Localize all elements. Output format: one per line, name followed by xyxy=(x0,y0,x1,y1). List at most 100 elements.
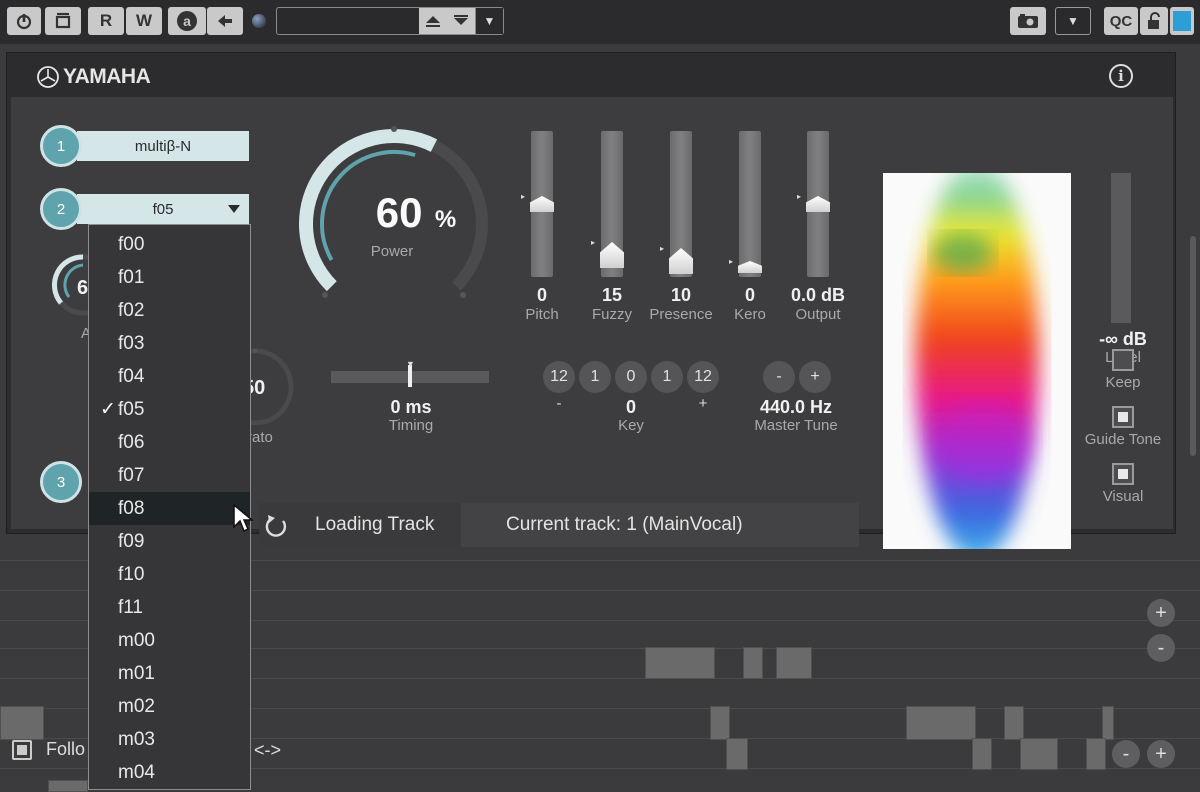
loading-track-label: Loading Track xyxy=(315,514,435,535)
slider-label: Output xyxy=(795,306,841,323)
clip-block[interactable] xyxy=(776,647,812,679)
dropdown-item-label: f04 xyxy=(118,365,145,387)
arrow-left-icon xyxy=(218,15,232,27)
preset-prev-icon[interactable] xyxy=(425,14,441,28)
tuning-fork-logo-icon xyxy=(37,66,59,88)
zoom-in-horizontal-button[interactable]: + xyxy=(1147,740,1175,768)
key-up-1-button[interactable]: 1 xyxy=(651,361,683,393)
preset-dropdown-button[interactable]: ▼ xyxy=(475,8,503,34)
yamaha-logo: YAMAHA xyxy=(37,65,151,89)
dropdown-item-m04[interactable]: m04 xyxy=(89,756,250,789)
master-tune-label: Master Tune xyxy=(754,417,838,434)
power-button[interactable] xyxy=(7,7,41,35)
dropdown-item-f03[interactable]: f03 xyxy=(89,327,250,360)
clip-block[interactable] xyxy=(1004,706,1024,740)
engine-selector[interactable]: multiβ-N xyxy=(77,131,249,161)
snapshot-button[interactable] xyxy=(1010,7,1046,35)
dropdown-item-f04[interactable]: f04 xyxy=(89,360,250,393)
key-down-1-button[interactable]: 1 xyxy=(579,361,611,393)
options-dropdown-button[interactable]: ▼ xyxy=(1055,7,1091,35)
visual-display xyxy=(883,173,1071,549)
keep-toggle[interactable] xyxy=(1112,349,1134,371)
slider-marker-icon: ▸ xyxy=(729,257,734,266)
dropdown-item-m03[interactable]: m03 xyxy=(89,723,250,756)
clip-block[interactable] xyxy=(726,738,748,770)
lock-icon xyxy=(1148,12,1160,29)
dropdown-item-f02[interactable]: f02 xyxy=(89,294,250,327)
color-button[interactable] xyxy=(1170,7,1194,35)
dropdown-item-f08[interactable]: f08 xyxy=(89,492,250,525)
quick-controls-button[interactable]: QC xyxy=(1104,7,1138,35)
bypass-button[interactable] xyxy=(45,7,81,35)
auto-button[interactable]: a xyxy=(168,7,206,35)
key-reset-button[interactable]: 0 xyxy=(615,361,647,393)
dropdown-item-label: m03 xyxy=(118,728,155,750)
dropdown-item-f00[interactable]: f00 xyxy=(89,228,250,261)
follow-checkbox[interactable] xyxy=(12,739,32,760)
slider-pitch[interactable]: ▸ xyxy=(521,131,554,277)
color-swatch-icon xyxy=(1173,11,1191,31)
key-value: 0 xyxy=(625,397,636,417)
dropdown-item-f05[interactable]: ✓ f05 xyxy=(89,393,250,426)
vertical-scrollbar[interactable] xyxy=(1190,236,1196,456)
guide-tone-toggle[interactable] xyxy=(1112,406,1134,428)
clip-block[interactable] xyxy=(48,780,88,792)
preset-next-icon[interactable] xyxy=(453,14,469,28)
slider-value: 0.0 dB xyxy=(790,285,846,305)
slot-3-number: 3 xyxy=(40,461,82,503)
master-tune-up-button[interactable]: + xyxy=(799,361,831,393)
clip-block[interactable] xyxy=(906,706,976,740)
write-automation-button[interactable]: W xyxy=(126,7,162,35)
clip-block[interactable] xyxy=(645,647,715,679)
read-automation-button[interactable]: R xyxy=(88,7,124,35)
key-up-12-button[interactable]: 12 xyxy=(687,361,719,393)
slider-fuzzy[interactable]: ▸ xyxy=(591,131,624,277)
reload-icon[interactable] xyxy=(263,513,289,539)
dropdown-item-label: f01 xyxy=(118,266,145,288)
dropdown-item-label: f00 xyxy=(118,233,145,255)
slider-track[interactable] xyxy=(739,131,761,277)
master-tune-down-button[interactable]: - xyxy=(763,361,795,393)
dropdown-item-label: f11 xyxy=(118,596,144,618)
visual-label: Visual xyxy=(1102,488,1144,505)
slider-kero[interactable]: ▸ xyxy=(729,131,762,277)
dropdown-item-f10[interactable]: f10 xyxy=(89,558,250,591)
dropdown-item-m00[interactable]: m00 xyxy=(89,624,250,657)
clip-block[interactable] xyxy=(1020,738,1058,770)
timing-value: 0 ms xyxy=(390,397,432,417)
zoom-out-horizontal-button[interactable]: - xyxy=(1112,740,1140,768)
slider-presence[interactable]: ▸ xyxy=(660,131,693,277)
slider-marker-icon: ▸ xyxy=(521,192,526,201)
clip-block[interactable] xyxy=(1102,706,1114,740)
voice-selector[interactable]: f05 xyxy=(77,194,249,224)
master-tune-value: 440.0 Hz xyxy=(759,397,833,417)
clip-block[interactable] xyxy=(743,647,763,679)
back-button[interactable] xyxy=(207,7,243,35)
zoom-in-button[interactable]: + xyxy=(1147,599,1175,627)
brand-name: YAMAHA xyxy=(63,65,151,88)
clip-block[interactable] xyxy=(972,738,992,770)
clip-block[interactable] xyxy=(0,706,44,740)
slider-output[interactable]: ▸ xyxy=(797,131,830,277)
slot-2-number: 2 xyxy=(40,188,82,230)
zoom-out-button[interactable]: - xyxy=(1147,634,1175,662)
dropdown-item-m02[interactable]: m02 xyxy=(89,690,250,723)
dropdown-item-f01[interactable]: f01 xyxy=(89,261,250,294)
preset-field[interactable]: ▼ xyxy=(276,7,504,35)
dropdown-item-f11[interactable]: f11 xyxy=(89,591,250,624)
slot-1-number: 1 xyxy=(40,125,82,167)
dropdown-item-f07[interactable]: f07 xyxy=(89,459,250,492)
link-arrows-label[interactable]: <-> xyxy=(254,740,281,761)
power-value: 60 xyxy=(375,189,423,236)
info-button[interactable]: i xyxy=(1109,64,1133,88)
key-down-12-button[interactable]: 12 xyxy=(543,361,575,393)
clip-block[interactable] xyxy=(710,706,730,740)
dropdown-item-f06[interactable]: f06 xyxy=(89,426,250,459)
dropdown-item-m01[interactable]: m01 xyxy=(89,657,250,690)
lock-button[interactable] xyxy=(1140,7,1168,35)
current-track-text: Current track: 1 (MainVocal) xyxy=(506,514,743,535)
slider-label: Fuzzy xyxy=(591,306,632,323)
visual-toggle[interactable] xyxy=(1112,463,1134,485)
clip-block[interactable] xyxy=(1086,738,1106,770)
dropdown-item-f09[interactable]: f09 xyxy=(89,525,250,558)
